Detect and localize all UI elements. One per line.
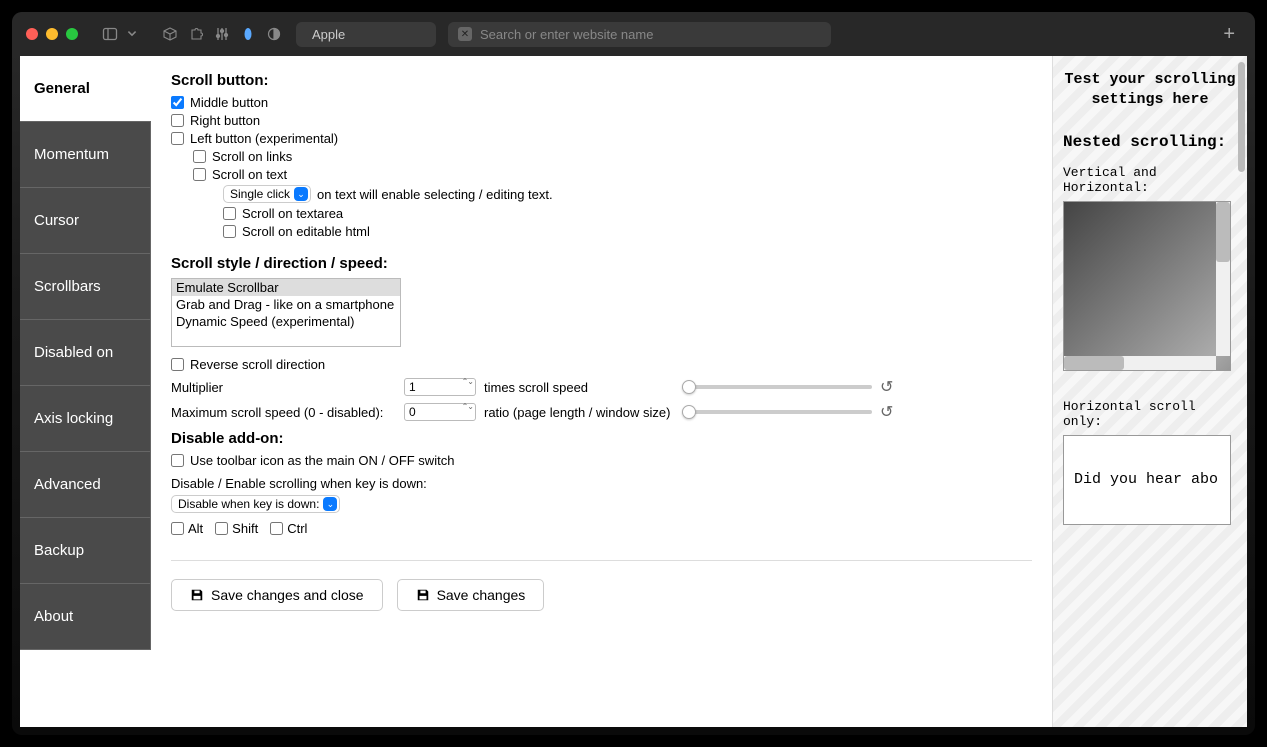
- scroll-on-textarea-checkbox[interactable]: [223, 207, 236, 220]
- horizontal-scrollbar[interactable]: [1064, 356, 1216, 370]
- vh-scroll-demo[interactable]: [1063, 201, 1231, 371]
- max-speed-row: Maximum scroll speed (0 - disabled): rat…: [171, 402, 1032, 422]
- sidebar-item-advanced[interactable]: Advanced: [20, 452, 151, 518]
- reset-icon[interactable]: ↺: [880, 377, 893, 397]
- scroll-on-text-option[interactable]: Scroll on text: [193, 167, 1032, 182]
- url-text: Apple: [312, 27, 345, 42]
- page-scrollbar[interactable]: [1238, 62, 1245, 721]
- puzzle-icon[interactable]: [186, 24, 206, 44]
- test-panel: Test your scrolling settings here Nested…: [1052, 56, 1247, 727]
- multiplier-label: Multiplier: [171, 380, 396, 395]
- ctrl-checkbox[interactable]: [270, 522, 283, 535]
- modifier-keys-row: Alt Shift Ctrl: [171, 521, 1032, 536]
- minimize-window-button[interactable]: [46, 28, 58, 40]
- sidebar-item-momentum[interactable]: Momentum: [20, 122, 151, 188]
- new-tab-button[interactable]: +: [1217, 23, 1241, 46]
- nested-scrolling-heading: Nested scrolling:: [1063, 133, 1237, 151]
- max-speed-slider[interactable]: [682, 410, 872, 414]
- right-button-option[interactable]: Right button: [171, 113, 1032, 128]
- maximize-window-button[interactable]: [66, 28, 78, 40]
- cube-icon[interactable]: [160, 24, 180, 44]
- url-field[interactable]: Apple: [296, 22, 436, 47]
- scroll-on-links-checkbox[interactable]: [193, 150, 206, 163]
- sidebar-item-backup[interactable]: Backup: [20, 518, 151, 584]
- dropdown-arrow-icon: ⌄: [294, 187, 308, 201]
- chevron-down-icon[interactable]: [126, 24, 138, 44]
- scrollbar-thumb[interactable]: [1238, 62, 1245, 172]
- titlebar: Apple ✕ Search or enter website name +: [12, 12, 1255, 56]
- shift-checkbox[interactable]: [215, 522, 228, 535]
- save-and-close-button[interactable]: Save changes and close: [171, 579, 383, 611]
- scroll-indicator-icon[interactable]: [238, 24, 258, 44]
- middle-button-option[interactable]: Middle button: [171, 95, 1032, 110]
- test-heading: Test your scrolling settings here: [1063, 70, 1237, 111]
- middle-button-checkbox[interactable]: [171, 96, 184, 109]
- slider-thumb[interactable]: [682, 380, 696, 394]
- left-button-checkbox[interactable]: [171, 132, 184, 145]
- sidebar-item-axis-locking[interactable]: Axis locking: [20, 386, 151, 452]
- page-content: General Momentum Cursor Scrollbars Disab…: [20, 56, 1247, 727]
- search-field[interactable]: ✕ Search or enter website name: [448, 22, 831, 47]
- sidebar-item-cursor[interactable]: Cursor: [20, 188, 151, 254]
- left-button-option[interactable]: Left button (experimental): [171, 131, 1032, 146]
- slider-thumb[interactable]: [682, 405, 696, 419]
- click-mode-select[interactable]: Single click ⌄: [223, 185, 311, 203]
- scrollbar-thumb[interactable]: [1216, 202, 1230, 262]
- close-window-button[interactable]: [26, 28, 38, 40]
- alt-checkbox[interactable]: [171, 522, 184, 535]
- scroll-button-heading: Scroll button:: [171, 72, 1032, 89]
- scroll-on-links-option[interactable]: Scroll on links: [193, 149, 1032, 164]
- reverse-direction-checkbox[interactable]: [171, 358, 184, 371]
- dropdown-arrow-icon: ⌄: [323, 497, 337, 511]
- key-down-label: Disable / Enable scrolling when key is d…: [171, 476, 1032, 491]
- multiplier-input[interactable]: [404, 378, 476, 396]
- toolbar-switch-option[interactable]: Use toolbar icon as the main ON / OFF sw…: [171, 453, 1032, 468]
- search-x-icon: ✕: [458, 27, 472, 41]
- scrollbar-thumb[interactable]: [1064, 356, 1124, 370]
- style-option-empty: [172, 330, 400, 346]
- style-option-grab[interactable]: Grab and Drag - like on a smartphone: [172, 296, 400, 313]
- scroll-on-textarea-option[interactable]: Scroll on textarea: [223, 206, 1032, 221]
- sidebar-item-general[interactable]: General: [20, 56, 151, 122]
- save-icon: [190, 588, 204, 602]
- reset-icon[interactable]: ↺: [880, 402, 893, 422]
- multiplier-row: Multiplier times scroll speed ↺: [171, 377, 1032, 397]
- disable-addon-heading: Disable add-on:: [171, 430, 1032, 447]
- key-mode-select[interactable]: Disable when key is down: ⌄: [171, 495, 340, 513]
- demo-content: [1064, 202, 1231, 371]
- window-controls: [26, 28, 78, 40]
- max-speed-label: Maximum scroll speed (0 - disabled):: [171, 405, 396, 420]
- horiz-label: Horizontal scroll only:: [1063, 399, 1237, 429]
- settings-sidebar: General Momentum Cursor Scrollbars Disab…: [20, 56, 151, 727]
- contrast-icon[interactable]: [264, 24, 284, 44]
- scroll-style-listbox[interactable]: Emulate Scrollbar Grab and Drag - like o…: [171, 278, 401, 347]
- browser-window: Apple ✕ Search or enter website name + G…: [12, 12, 1255, 735]
- sidebar-item-about[interactable]: About: [20, 584, 151, 650]
- multiplier-slider[interactable]: [682, 385, 872, 389]
- footer-buttons: Save changes and close Save changes: [171, 560, 1032, 611]
- save-button[interactable]: Save changes: [397, 579, 545, 611]
- style-option-emulate[interactable]: Emulate Scrollbar: [172, 279, 400, 296]
- toolbar-switch-checkbox[interactable]: [171, 454, 184, 467]
- scroll-on-editable-option[interactable]: Scroll on editable html: [223, 224, 1032, 239]
- settings-main: Scroll button: Middle button Right butto…: [151, 56, 1052, 727]
- reverse-direction-option[interactable]: Reverse scroll direction: [171, 357, 1032, 372]
- search-placeholder: Search or enter website name: [480, 27, 653, 42]
- sidebar-item-disabled-on[interactable]: Disabled on: [20, 320, 151, 386]
- sidebar-item-scrollbars[interactable]: Scrollbars: [20, 254, 151, 320]
- horiz-scroll-demo[interactable]: Did you hear abo: [1063, 435, 1231, 525]
- scroll-on-text-checkbox[interactable]: [193, 168, 206, 181]
- sidebar-toggle-icon[interactable]: [100, 24, 120, 44]
- scroll-style-heading: Scroll style / direction / speed:: [171, 255, 1032, 272]
- vh-label: Vertical and Horizontal:: [1063, 165, 1237, 195]
- scroll-on-editable-checkbox[interactable]: [223, 225, 236, 238]
- style-option-dynamic[interactable]: Dynamic Speed (experimental): [172, 313, 400, 330]
- vertical-scrollbar[interactable]: [1216, 202, 1230, 356]
- click-mode-row: Single click ⌄ on text will enable selec…: [223, 185, 1032, 203]
- sliders-icon[interactable]: [212, 24, 232, 44]
- max-speed-input[interactable]: [404, 403, 476, 421]
- right-button-checkbox[interactable]: [171, 114, 184, 127]
- save-icon: [416, 588, 430, 602]
